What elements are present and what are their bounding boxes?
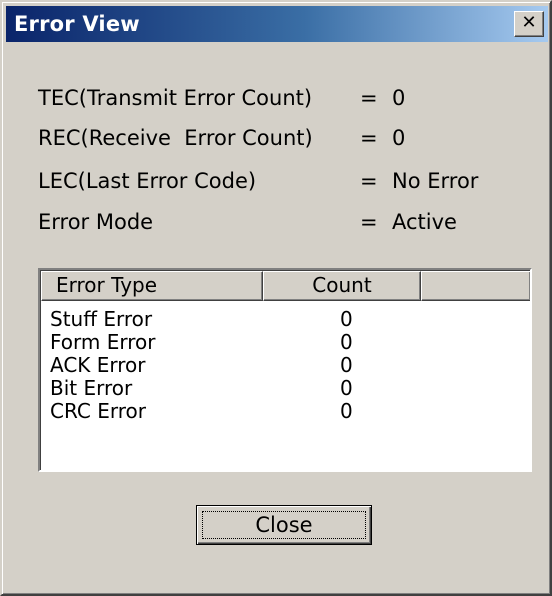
error-type-cell: Stuff Error [50,307,153,331]
tec-label: TEC(Transmit Error Count) [38,86,313,110]
title-bar[interactable]: Error View ✕ [6,6,548,42]
error-view-window: Error View ✕ TEC(Transmit Error Count) =… [0,0,552,596]
count-cell: 0 [340,399,353,423]
count-cell: 0 [340,353,353,377]
lec-value: No Error [392,169,479,193]
column-header-count[interactable]: Count [263,271,421,301]
count-cell: 0 [340,330,353,354]
error-mode-label: Error Mode [38,210,154,234]
rec-value: 0 [392,126,406,150]
error-type-cell: Bit Error [50,376,133,400]
window-title: Error View [14,12,140,36]
rec-label: REC(Receive Error Count) [38,126,313,150]
column-header-error-type[interactable]: Error Type [41,271,263,301]
error-type-cell: CRC Error [50,399,146,423]
close-button-label: Close [255,513,313,537]
error-list-view[interactable]: Error Type Count Stuff Error 0 Form Erro… [38,268,532,472]
close-button[interactable]: Close [196,505,372,545]
lec-equals: = [360,169,378,193]
error-type-cell: Form Error [50,330,156,354]
error-mode-value: Active [392,210,457,234]
count-cell: 0 [340,376,353,400]
list-header: Error Type Count [41,271,530,301]
count-cell: 0 [340,307,353,331]
error-mode-equals: = [360,210,378,234]
tec-value: 0 [392,86,406,110]
error-type-cell: ACK Error [50,353,146,377]
close-icon[interactable]: ✕ [514,11,544,37]
tec-equals: = [360,86,378,110]
rec-equals: = [360,126,378,150]
column-header-empty[interactable] [421,271,530,301]
lec-label: LEC(Last Error Code) [38,169,257,193]
